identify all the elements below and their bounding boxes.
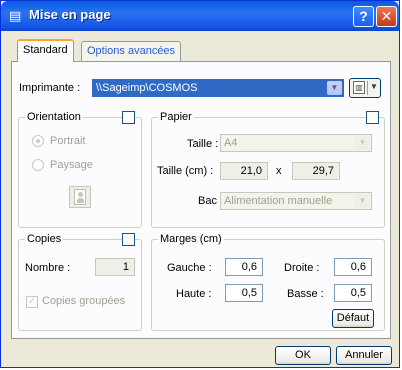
haute-field[interactable]: 0,5 <box>225 284 263 302</box>
button-separator <box>367 81 368 95</box>
bac-select[interactable]: Alimentation manuelle ▼ <box>220 192 372 210</box>
tab-options-avancees[interactable]: Options avancées <box>81 41 182 61</box>
basse-label: Basse : <box>287 288 324 300</box>
papier-title: Papier <box>158 111 194 123</box>
tab-standard[interactable]: Standard <box>17 39 74 62</box>
chevron-down-icon: ▼ <box>355 136 370 150</box>
tab-panel-standard: Imprimante : \\Sageimp\COSMOS ▼ ▥ ▼ Orie… <box>11 61 391 339</box>
window-title: Mise en page <box>29 7 111 22</box>
marges-title: Marges (cm) <box>158 233 224 245</box>
cancel-button[interactable]: Annuler <box>336 346 392 365</box>
orientation-group: Orientation Portrait Paysage <box>18 111 142 228</box>
printer-properties-icon: ▥ <box>353 81 365 94</box>
portrait-preview-icon <box>69 186 91 208</box>
nombre-label: Nombre : <box>25 262 71 274</box>
close-icon: ✕ <box>380 8 393 24</box>
copies-groupees-label: Copies groupées <box>42 295 126 307</box>
chevron-down-icon: ▼ <box>327 81 342 95</box>
orientation-title: Orientation <box>25 111 83 123</box>
copies-group: Copies Nombre : 1 ✓ Copies groupées <box>18 233 142 331</box>
copies-lock-checkbox[interactable] <box>122 233 135 246</box>
printer-label: Imprimante : <box>19 82 81 94</box>
page-setup-icon: ▤ <box>9 8 22 23</box>
defaut-button[interactable]: Défaut <box>332 309 374 328</box>
basse-field[interactable]: 0,5 <box>334 284 372 302</box>
paper-height-field[interactable]: 29,7 <box>292 162 340 180</box>
taille-select[interactable]: A4 ▼ <box>220 134 372 152</box>
close-button[interactable]: ✕ <box>376 6 397 27</box>
tab-container: Standard Options avancées Imprimante : \… <box>11 39 391 341</box>
portrait-radio[interactable] <box>32 135 44 147</box>
printer-properties-button[interactable]: ▥ ▼ <box>349 78 381 98</box>
ok-button[interactable]: OK <box>275 346 331 365</box>
help-button[interactable]: ? <box>353 6 374 27</box>
taille-value: A4 <box>224 137 238 149</box>
help-icon: ? <box>359 8 368 24</box>
copies-title: Copies <box>25 233 64 245</box>
gauche-label: Gauche : <box>167 262 212 274</box>
orientation-lock-checkbox[interactable] <box>122 111 135 124</box>
bac-value: Alimentation manuelle <box>224 195 333 207</box>
chevron-down-icon: ▼ <box>355 194 370 208</box>
gauche-field[interactable]: 0,6 <box>225 258 263 276</box>
printer-value: \\Sageimp\COSMOS <box>96 82 198 94</box>
title-bar[interactable]: ▤ Mise en page ? ✕ <box>1 1 399 31</box>
taille-label: Taille : <box>187 138 219 150</box>
haute-label: Haute : <box>176 288 212 300</box>
portrait-label: Portrait <box>50 135 86 147</box>
papier-lock-checkbox[interactable] <box>366 111 379 124</box>
times-label: x <box>276 165 282 177</box>
paysage-radio[interactable] <box>32 159 44 171</box>
copies-groupees-checkbox[interactable]: ✓ <box>26 296 38 308</box>
printer-select[interactable]: \\Sageimp\COSMOS ▼ <box>92 79 344 97</box>
taille-cm-label: Taille (cm) : <box>157 165 214 177</box>
droite-label: Droite : <box>284 262 320 274</box>
dropdown-arrow-icon: ▼ <box>370 82 378 91</box>
page-setup-dialog: ▤ Mise en page ? ✕ Standard Options avan… <box>0 0 400 368</box>
paysage-label: Paysage <box>50 159 93 171</box>
papier-group: Papier Taille : A4 ▼ Taille (cm) : 21,0 … <box>151 111 385 228</box>
paper-width-field[interactable]: 21,0 <box>220 162 268 180</box>
nombre-field[interactable]: 1 <box>95 258 135 276</box>
droite-field[interactable]: 0,6 <box>334 258 372 276</box>
marges-group: Marges (cm) Gauche : 0,6 Droite : 0,6 Ha… <box>151 233 385 331</box>
